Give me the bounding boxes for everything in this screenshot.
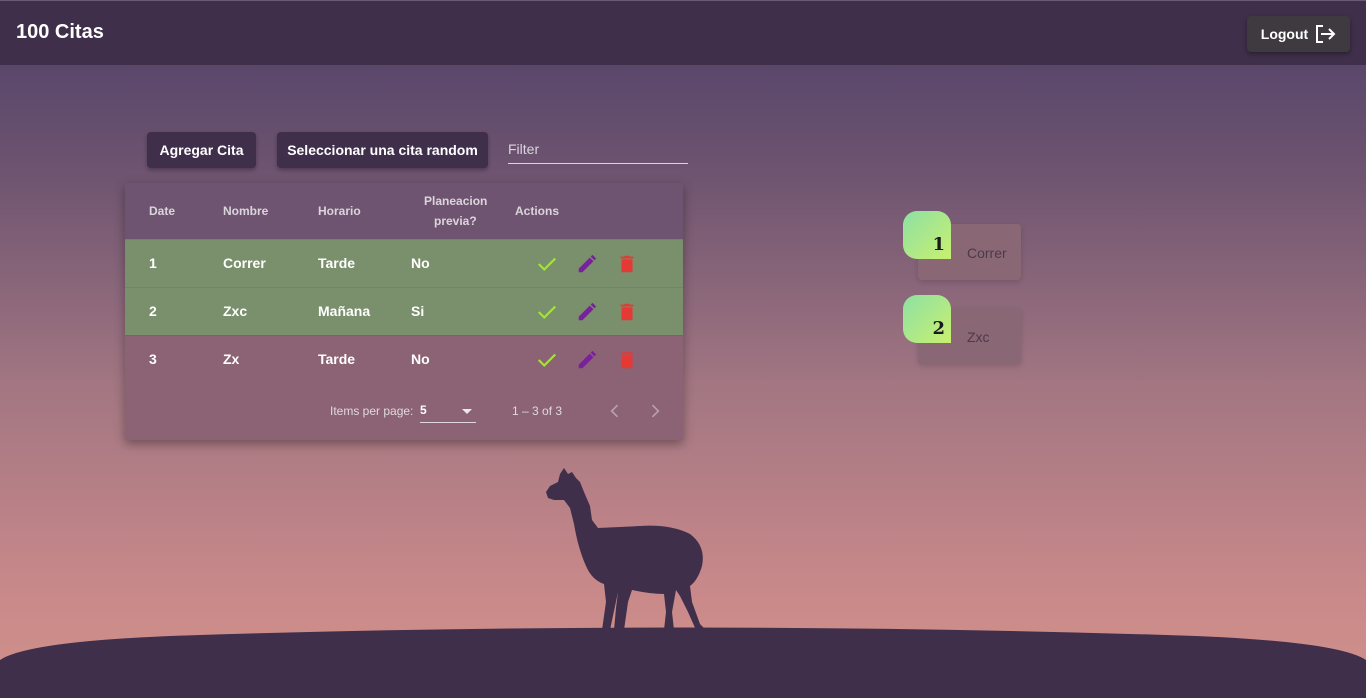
pencil-icon[interactable] bbox=[576, 253, 598, 275]
llama-silhouette bbox=[546, 468, 706, 630]
col-nombre[interactable]: Nombre bbox=[223, 204, 268, 218]
dropdown-arrow-icon bbox=[462, 409, 472, 414]
check-icon[interactable] bbox=[536, 301, 558, 323]
cell-horario: Tarde bbox=[318, 255, 356, 271]
items-per-page-label: Items per page: bbox=[330, 404, 414, 418]
cita-number-badge: 2 bbox=[903, 295, 951, 343]
filter-field bbox=[508, 136, 688, 164]
cell-nombre: Correr bbox=[223, 255, 266, 271]
cita-card-label: Correr bbox=[967, 245, 1007, 261]
col-actions: Actions bbox=[515, 204, 560, 218]
cita-card-label: Zxc bbox=[967, 329, 990, 345]
check-icon[interactable] bbox=[536, 253, 558, 275]
trash-icon[interactable] bbox=[616, 253, 638, 275]
cell-planeacion: Si bbox=[411, 303, 425, 319]
cita-number: 2 bbox=[932, 318, 945, 339]
col-planeacion-line1[interactable]: Planeacion bbox=[424, 194, 487, 208]
chevron-left-icon[interactable] bbox=[605, 401, 625, 421]
trash-icon[interactable] bbox=[616, 349, 638, 371]
filter-input[interactable] bbox=[508, 136, 688, 162]
logout-label: Logout bbox=[1260, 26, 1309, 42]
items-per-page-select[interactable]: 5 bbox=[420, 403, 476, 423]
cell-planeacion: No bbox=[411, 255, 430, 271]
cell-date: 1 bbox=[149, 255, 157, 271]
col-date[interactable]: Date bbox=[149, 204, 175, 218]
table-row: 1 Correr Tarde No bbox=[125, 239, 683, 287]
cell-nombre: Zxc bbox=[223, 303, 248, 319]
paginator: Items per page: 5 1 – 3 of 3 bbox=[125, 383, 683, 439]
random-cita-button[interactable]: Seleccionar una cita random bbox=[277, 132, 488, 168]
col-horario[interactable]: Horario bbox=[318, 204, 361, 218]
col-planeacion-line2[interactable]: previa? bbox=[434, 214, 477, 228]
items-per-page-value: 5 bbox=[420, 403, 427, 417]
add-cita-button[interactable]: Agregar Cita bbox=[147, 132, 256, 168]
app-title: 100 Citas bbox=[16, 21, 104, 43]
table-header: Date Nombre Horario Planeacion previa? A… bbox=[125, 183, 683, 239]
citas-table: Date Nombre Horario Planeacion previa? A… bbox=[125, 183, 683, 440]
table-row: 2 Zxc Mañana Si bbox=[125, 287, 683, 335]
chevron-right-icon[interactable] bbox=[645, 401, 665, 421]
cell-horario: Mañana bbox=[318, 303, 371, 319]
table-row: 3 Zx Tarde No bbox=[125, 335, 683, 383]
cell-planeacion: No bbox=[411, 351, 430, 367]
cell-date: 3 bbox=[149, 351, 157, 367]
check-icon[interactable] bbox=[536, 349, 558, 371]
cita-number-badge: 1 bbox=[903, 211, 951, 259]
cita-number: 1 bbox=[932, 234, 945, 255]
pencil-icon[interactable] bbox=[576, 301, 598, 323]
cell-nombre: Zx bbox=[223, 351, 240, 367]
cell-date: 2 bbox=[149, 303, 157, 319]
logout-button[interactable]: Logout bbox=[1247, 16, 1350, 52]
pencil-icon[interactable] bbox=[576, 349, 598, 371]
top-app-bar: 100 Citas Logout bbox=[0, 0, 1366, 65]
trash-icon[interactable] bbox=[616, 301, 638, 323]
page-range: 1 – 3 of 3 bbox=[512, 404, 563, 418]
cell-horario: Tarde bbox=[318, 351, 356, 367]
logout-icon bbox=[1316, 25, 1336, 43]
